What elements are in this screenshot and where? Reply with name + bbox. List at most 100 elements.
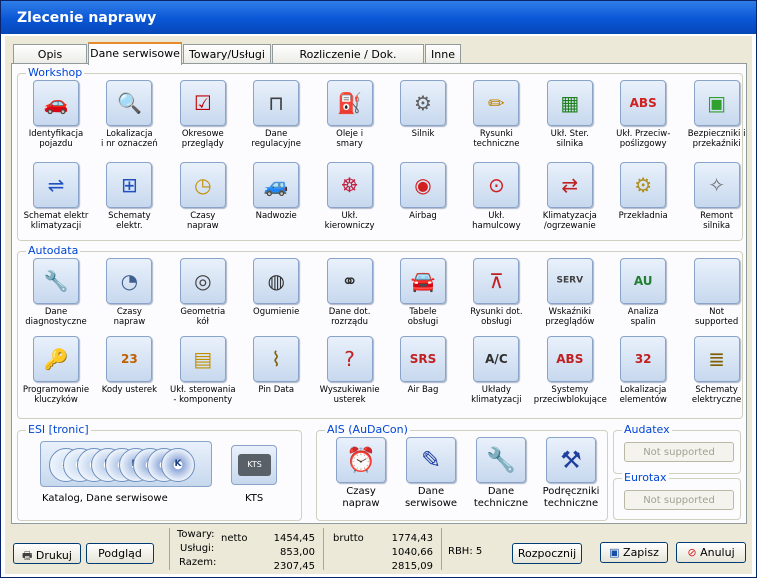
- autodata-item[interactable]: ⚭ Dane dot. rozrządu: [314, 258, 386, 327]
- ac-wiring-icon: ⇌: [33, 162, 79, 208]
- manual-tools-icon: ⚒: [546, 437, 596, 483]
- autodata-item[interactable]: ◔ Czasy napraw: [93, 258, 165, 327]
- autodata-item[interactable]: 🔑 Programowanie kluczyków: [20, 336, 92, 405]
- netto-services-value: 853,00: [280, 547, 315, 558]
- srs-glyph: SRS: [409, 352, 437, 366]
- workshop-item[interactable]: ✏ Rysunki techniczne: [460, 80, 532, 149]
- workshop-item[interactable]: ▦ Ukł. Ster. silnika: [534, 80, 606, 149]
- preview-button[interactable]: Podgląd: [86, 543, 154, 564]
- netto-total-value: 2307,45: [273, 561, 315, 572]
- workshop-item[interactable]: 🚙 Nadwozie: [240, 162, 312, 221]
- workshop-item[interactable]: ◉ Airbag: [387, 162, 459, 221]
- ais-item[interactable]: ⚒ Podręczniki techniczne: [535, 437, 607, 510]
- alarm-clock-icon: ⏰: [336, 437, 386, 483]
- workshop-item[interactable]: ☑ Okresowe przeglądy: [167, 80, 239, 149]
- workshop-item[interactable]: ⇄ Klimatyzacja /ogrzewanie: [534, 162, 606, 231]
- ac-knob-glyph: A/C: [485, 352, 508, 366]
- ais-item[interactable]: 🔧 Dane techniczne: [465, 437, 537, 510]
- autodata-item-label: Lokalizacja elementów: [619, 385, 667, 405]
- circuit-board-icon: ▦: [546, 80, 593, 126]
- brutto-label: brutto: [333, 533, 364, 544]
- workshop-item[interactable]: ABS Ukł. Przeciw- poślizgowy: [607, 80, 679, 149]
- autodata-item[interactable]: 23 Kody usterek: [93, 336, 165, 395]
- print-button[interactable]: 🖶 Drukuj: [13, 543, 81, 564]
- autodata-item-label: Schematy elektryczne: [691, 385, 742, 405]
- workshop-item[interactable]: ⊙ Ukł. hamulcowy: [460, 162, 532, 231]
- ecu-icon: ▤: [179, 336, 226, 382]
- blank-icon: [693, 258, 740, 304]
- workshop-item-label: Przekładnia: [618, 211, 668, 221]
- oil-can-glyph: ⛽: [337, 91, 363, 115]
- workshop-item[interactable]: ◷ Czasy napraw: [167, 162, 239, 231]
- autodata-item[interactable]: ▤ Ukł. sterowania - komponenty: [167, 336, 239, 405]
- services-label: Usługi:: [180, 543, 215, 554]
- workshop-item[interactable]: 🔍 Lokalizacja i nr oznaczeń: [93, 80, 165, 149]
- workshop-item[interactable]: 🚗 Identyfikacja pojazdu: [20, 80, 92, 149]
- cancel-icon: ⊘: [687, 546, 697, 559]
- workshop-item[interactable]: ⚙ Przekładnia: [607, 162, 679, 221]
- audatex-not-supported-button[interactable]: Not supported: [624, 442, 734, 462]
- autodata-item[interactable]: SERV Wskaźniki przeglądów: [534, 258, 606, 327]
- netto-goods-value: 1454,45: [273, 533, 315, 544]
- kts-button[interactable]: KTS: [231, 445, 277, 485]
- autodata-item[interactable]: 32 Lokalizacja elementów: [607, 336, 679, 405]
- esi-catalog-button[interactable]: ABCDEMPSK: [40, 441, 212, 487]
- ais-item[interactable]: ✎ Dane serwisowe: [395, 437, 467, 510]
- workshop-item[interactable]: ⚙ Silnik: [387, 80, 459, 139]
- stopwatch-glyph: ◔: [120, 269, 139, 293]
- autodata-item[interactable]: 🚘 Tabele obsługi: [387, 258, 459, 327]
- tools-glyph: 🔧: [486, 446, 516, 474]
- autodata-item[interactable]: A/C Układy klimatyzacji: [460, 336, 532, 405]
- autodata-item[interactable]: ? Wyszukiwanie usterek: [314, 336, 386, 405]
- autodata-item[interactable]: ⌇ Pin Data: [240, 336, 312, 395]
- service-table-icon: 🚘: [400, 258, 446, 304]
- fault-codes-glyph: 23: [121, 352, 138, 366]
- brake-warning-glyph: ⊙: [488, 173, 505, 197]
- autodata-item[interactable]: SRS Air Bag: [387, 336, 459, 395]
- component-location-glyph: 32: [634, 352, 652, 366]
- clock-glyph: ◷: [194, 173, 212, 197]
- workshop-item[interactable]: ⛽ Oleje i smary: [314, 80, 386, 149]
- caliper-glyph: ⊓: [268, 91, 284, 115]
- magnifier-info-icon: 🔍: [106, 80, 153, 126]
- autodata-item[interactable]: ◎ Geometria kół: [167, 258, 239, 327]
- autodata-item[interactable]: ⊼ Rysunki dot. obsługi: [460, 258, 532, 327]
- esi-group: ESI [tronic] ABCDEMPSK Katalog, Dane ser…: [17, 423, 302, 521]
- autodata-item[interactable]: ≣ Schematy elektryczne: [681, 336, 753, 405]
- workshop-item[interactable]: ☸ Ukł. kierowniczy: [314, 162, 386, 231]
- wrench-icon: 🔧: [33, 258, 79, 304]
- eurotax-not-supported-button[interactable]: Not supported: [624, 490, 734, 510]
- oil-can-icon: ⛽: [326, 80, 373, 126]
- save-button[interactable]: ▣ Zapisz: [600, 542, 668, 563]
- tab-inne[interactable]: Inne: [425, 44, 461, 64]
- cancel-button[interactable]: ⊘ Anuluj: [676, 542, 746, 563]
- autodata-item[interactable]: ABS Systemy przeciwblokujące: [534, 336, 607, 405]
- tab-dane-serwisowe[interactable]: Dane serwisowe: [88, 42, 182, 65]
- workshop-title: Workshop: [26, 66, 85, 79]
- autodata-item[interactable]: Not supported: [681, 258, 753, 327]
- workshop-item[interactable]: ⊞ Schematy elektr.: [93, 162, 165, 231]
- tab-opis-zlecenia[interactable]: Opis zlecenia: [13, 44, 87, 74]
- autodata-item-label: Rysunki dot. obsługi: [470, 307, 523, 327]
- workshop-item[interactable]: ✧ Remont silnika: [681, 162, 753, 231]
- tab-rozliczenie[interactable]: Rozliczenie / Dok. sprzedaży: [272, 44, 424, 74]
- workshop-item-label: Ukł. kierowniczy: [324, 211, 375, 231]
- brutto-services-value: 1040,66: [391, 547, 433, 558]
- ais-item[interactable]: ⏰ Czasy napraw: [325, 437, 397, 510]
- workshop-item-label: Lokalizacja i nr oznaczeń: [101, 129, 158, 149]
- tab-towary-uslugi[interactable]: Towary/Usługi: [183, 44, 271, 64]
- autodata-item-label: Układy klimatyzacji: [471, 385, 522, 405]
- rbh-value: RBH: 5: [448, 546, 483, 557]
- esi-title: ESI [tronic]: [26, 423, 91, 436]
- workshop-item[interactable]: ⇌ Schemat elektr klimatyzacji: [20, 162, 92, 231]
- autodata-item-label: Kody usterek: [101, 385, 158, 395]
- checklist-icon: ☑: [179, 80, 226, 126]
- ais-item-label: Podręczniki techniczne: [542, 486, 600, 509]
- autodata-item[interactable]: ◍ Ogumienie: [240, 258, 312, 317]
- autodata-item-label: Air Bag: [407, 385, 439, 395]
- autodata-item[interactable]: 🔧 Dane diagnostyczne: [20, 258, 92, 327]
- autodata-item[interactable]: AU Analiza spalin: [607, 258, 679, 327]
- start-button[interactable]: Rozpocznij: [512, 543, 582, 564]
- workshop-item[interactable]: ⊓ Dane regulacyjne: [240, 80, 312, 149]
- workshop-item[interactable]: ▣ Bezpieczniki i przekaźniki: [681, 80, 753, 149]
